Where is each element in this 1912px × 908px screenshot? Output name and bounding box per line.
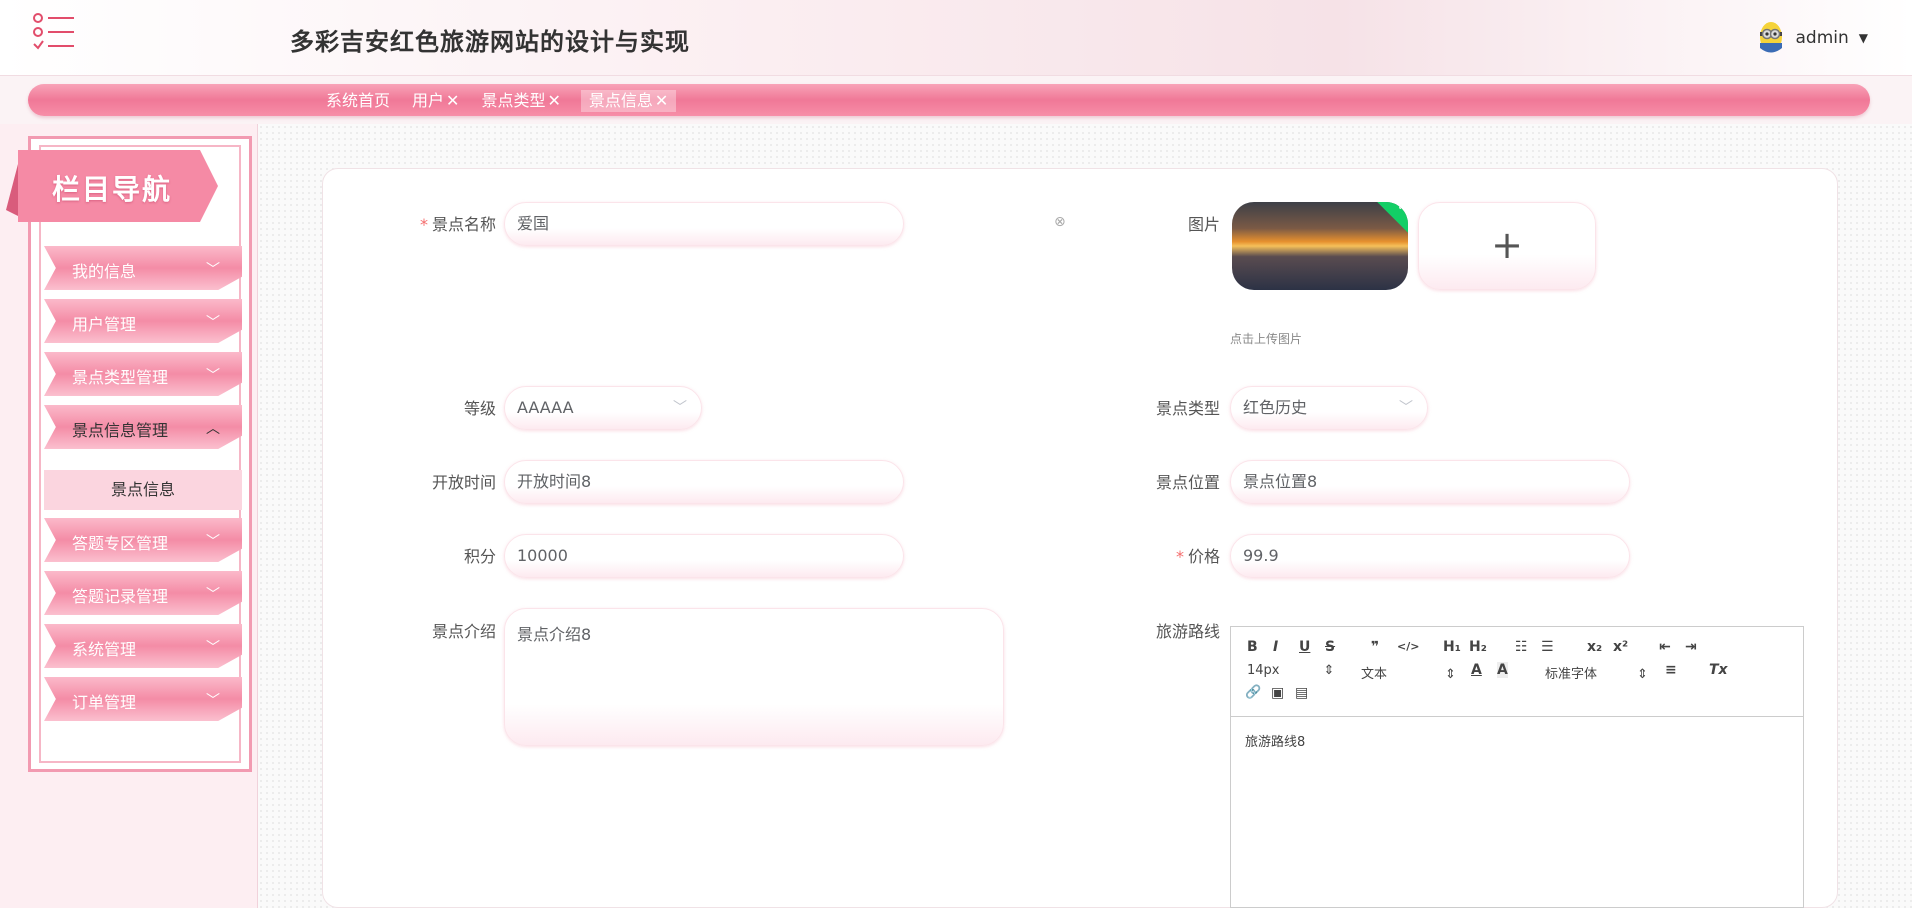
location-input[interactable]: 景点位置8: [1230, 460, 1630, 504]
code-button[interactable]: </>: [1397, 640, 1419, 653]
nav-title: 栏目导航: [52, 173, 173, 206]
close-icon[interactable]: ✕: [655, 91, 668, 110]
sidebar-frame: [28, 136, 252, 772]
font-family-select[interactable]: 标准字体 ⇕: [1545, 663, 1648, 682]
chevron-down-icon: ﹀: [206, 693, 220, 709]
sidebar-item-my-info[interactable]: 我的信息 ﹀: [44, 246, 242, 290]
type-label: 景点类型: [1155, 399, 1220, 418]
intro-label: 景点介绍: [431, 622, 496, 641]
level-select[interactable]: AAAAA ﹀: [504, 386, 702, 430]
tab-users[interactable]: 用户 ✕: [410, 90, 461, 112]
route-label: 旅游路线: [1155, 622, 1220, 641]
clear-format-button[interactable]: Tx: [1709, 662, 1728, 678]
quote-button[interactable]: ❞: [1371, 639, 1379, 655]
close-icon[interactable]: ✕: [446, 91, 459, 110]
font-size-select[interactable]: 14px ⇕: [1247, 663, 1334, 678]
underline-button[interactable]: U: [1299, 639, 1310, 655]
sidebar-item-order-mgmt[interactable]: 订单管理 ﹀: [44, 677, 242, 721]
chevron-down-icon: ﹀: [206, 315, 220, 331]
intro-textarea[interactable]: 景点介绍8: [504, 608, 1004, 746]
ordered-list-button[interactable]: ☷: [1515, 639, 1528, 655]
menu-list-icon[interactable]: [32, 12, 76, 52]
video-icon[interactable]: ▤: [1295, 685, 1308, 701]
tab-strip: 系统首页 用户 ✕ 景点类型 ✕ 景点信息 ✕: [28, 84, 1870, 116]
success-check-icon: ✓: [1376, 202, 1408, 235]
top-header: 多彩吉安红色旅游网站的设计与实现 admin ▼: [0, 0, 1912, 76]
upload-plus-button[interactable]: +: [1418, 202, 1596, 290]
updown-icon: ⇕: [1323, 663, 1335, 678]
sidebar-item-quiz-mgmt[interactable]: 答题专区管理 ﹀: [44, 518, 242, 562]
points-label: 积分: [463, 547, 496, 566]
sidebar-item-user-mgmt[interactable]: 用户管理 ﹀: [44, 299, 242, 343]
open-time-input[interactable]: 开放时间8: [504, 460, 904, 504]
open-time-label: 开放时间: [431, 473, 496, 492]
subscript-button[interactable]: x₂: [1587, 639, 1602, 655]
username: admin: [1795, 28, 1849, 48]
h1-button[interactable]: H₁: [1443, 639, 1461, 655]
route-rich-editor: B I U S ❞ </> H₁ H₂ ☷ ☰ x₂ x² ⇤ ⇥ 14px ⇕ …: [1230, 626, 1804, 908]
h2-button[interactable]: H₂: [1469, 639, 1487, 655]
align-button[interactable]: ≡: [1665, 662, 1677, 678]
chevron-down-icon: ﹀: [206, 587, 220, 603]
strike-button[interactable]: S: [1325, 639, 1335, 655]
sidebar-item-system-mgmt[interactable]: 系统管理 ﹀: [44, 624, 242, 668]
updown-icon: ⇕: [1637, 667, 1648, 682]
close-icon[interactable]: ✕: [547, 91, 560, 110]
user-menu[interactable]: admin ▼: [1757, 20, 1868, 56]
caret-down-icon: ▼: [1858, 31, 1868, 45]
sidebar-item-scenic-info-mgmt[interactable]: 景点信息管理 ︿: [44, 405, 242, 449]
editor-toolbar: B I U S ❞ </> H₁ H₂ ☷ ☰ x₂ x² ⇤ ⇥ 14px ⇕ …: [1231, 627, 1803, 717]
superscript-button[interactable]: x²: [1613, 639, 1628, 655]
sidebar-subitem-scenic-info[interactable]: 景点信息: [44, 470, 242, 510]
level-label: 等级: [463, 399, 496, 418]
name-input[interactable]: 爱国: [504, 202, 904, 246]
avatar: [1760, 22, 1783, 53]
chevron-down-icon: ﹀: [206, 368, 220, 384]
name-label: * 景点名称: [419, 215, 496, 234]
block-type-select[interactable]: 文本 ⇕: [1361, 663, 1456, 682]
sidebar-item-quiz-record-mgmt[interactable]: 答题记录管理 ﹀: [44, 571, 242, 615]
upload-tip: 点击上传图片: [1230, 332, 1303, 346]
uploaded-image-thumbnail[interactable]: ✓: [1232, 202, 1408, 290]
background-color-button[interactable]: A: [1497, 662, 1508, 678]
site-title: 多彩吉安红色旅游网站的设计与实现: [290, 28, 690, 56]
chevron-down-icon: ﹀: [673, 400, 687, 416]
price-label: * 价格: [1175, 547, 1220, 566]
image-icon[interactable]: ▣: [1271, 685, 1284, 701]
points-input[interactable]: 10000: [504, 534, 904, 578]
tab-home[interactable]: 系统首页: [324, 90, 392, 112]
type-select[interactable]: 红色历史 ﹀: [1230, 386, 1428, 430]
chevron-down-icon: ﹀: [1399, 400, 1413, 416]
indent-button[interactable]: ⇥: [1685, 639, 1697, 655]
price-input[interactable]: 99.9: [1230, 534, 1630, 578]
sidebar: [0, 124, 258, 908]
bullet-list-button[interactable]: ☰: [1541, 639, 1554, 655]
link-icon[interactable]: 🔗: [1245, 685, 1261, 700]
font-color-button[interactable]: A: [1471, 662, 1482, 678]
italic-button[interactable]: I: [1273, 639, 1278, 655]
outdent-button[interactable]: ⇤: [1659, 639, 1671, 655]
chevron-down-icon: ﹀: [206, 534, 220, 550]
chevron-down-icon: ﹀: [206, 640, 220, 656]
image-label: 图片: [1187, 215, 1220, 234]
sidebar-item-scenic-type-mgmt[interactable]: 景点类型管理 ﹀: [44, 352, 242, 396]
tab-scenic-types[interactable]: 景点类型 ✕: [479, 90, 562, 112]
location-label: 景点位置: [1155, 473, 1220, 492]
updown-icon: ⇕: [1445, 667, 1456, 682]
clear-icon[interactable]: ⊗: [1054, 214, 1066, 230]
tab-scenic-info[interactable]: 景点信息 ✕: [580, 90, 677, 112]
chevron-down-icon: ﹀: [206, 262, 220, 278]
editor-content[interactable]: 旅游路线8: [1231, 717, 1803, 764]
chevron-up-icon: ︿: [206, 421, 220, 437]
bold-button[interactable]: B: [1247, 639, 1258, 655]
